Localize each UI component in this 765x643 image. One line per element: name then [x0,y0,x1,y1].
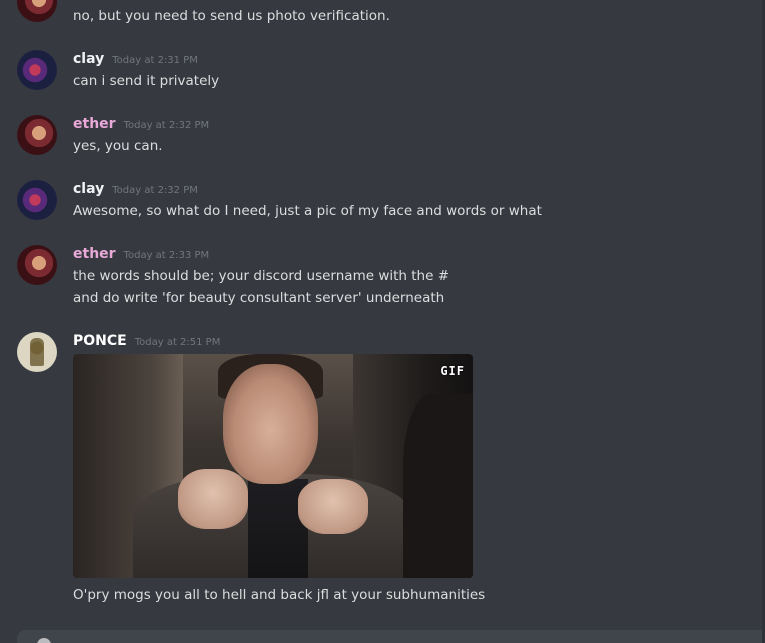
gif-face [223,364,318,484]
gif-embed[interactable]: GIF [73,354,473,578]
message-header: PONCE Today at 2:51 PM [73,332,220,350]
gif-badge: GIF [440,364,465,378]
message-text: Awesome, so what do I need, just a pic o… [73,203,542,219]
author-name[interactable]: clay [73,180,104,198]
ether-avatar[interactable] [17,115,57,155]
message-text: the words should be; your discord userna… [73,268,450,284]
message-text: yes, you can. [73,138,163,154]
chat-message-list: no, but you need to send us photo verifi… [0,0,765,643]
message-timestamp: Today at 2:33 PM [123,250,210,261]
message-text: and do write 'for beauty consultant serv… [73,290,445,306]
ether-avatar[interactable] [17,245,57,285]
gif-hand [298,479,368,534]
gif-hand [178,469,248,529]
author-name[interactable]: PONCE [73,332,127,350]
ponce-avatar[interactable] [17,332,57,372]
message-header: ether Today at 2:33 PM [73,245,209,263]
message-text: can i send it privately [73,73,220,89]
author-name[interactable]: clay [73,50,104,68]
message-header: ether Today at 2:32 PM [73,115,209,133]
message-header: clay Today at 2:32 PM [73,180,198,198]
message-header: clay Today at 2:31 PM [73,50,198,68]
author-name[interactable]: ether [73,245,116,263]
message-text: no, but you need to send us photo verifi… [73,8,390,24]
message-timestamp: Today at 2:31 PM [112,55,198,66]
clay-avatar[interactable] [17,180,57,220]
clay-avatar[interactable] [17,50,57,90]
message-timestamp: Today at 2:32 PM [123,120,210,131]
message-timestamp: Today at 2:51 PM [134,337,221,348]
message-timestamp: Today at 2:32 PM [112,185,198,196]
gif-foreground-shoulder [403,394,473,578]
author-name[interactable]: ether [73,115,116,133]
add-attachment-icon[interactable] [37,638,51,643]
ether-avatar[interactable] [17,0,57,22]
avatar-figure [30,338,44,366]
message-text: O'pry mogs you all to hell and back jfl … [73,587,486,603]
message-composer[interactable] [17,630,765,643]
